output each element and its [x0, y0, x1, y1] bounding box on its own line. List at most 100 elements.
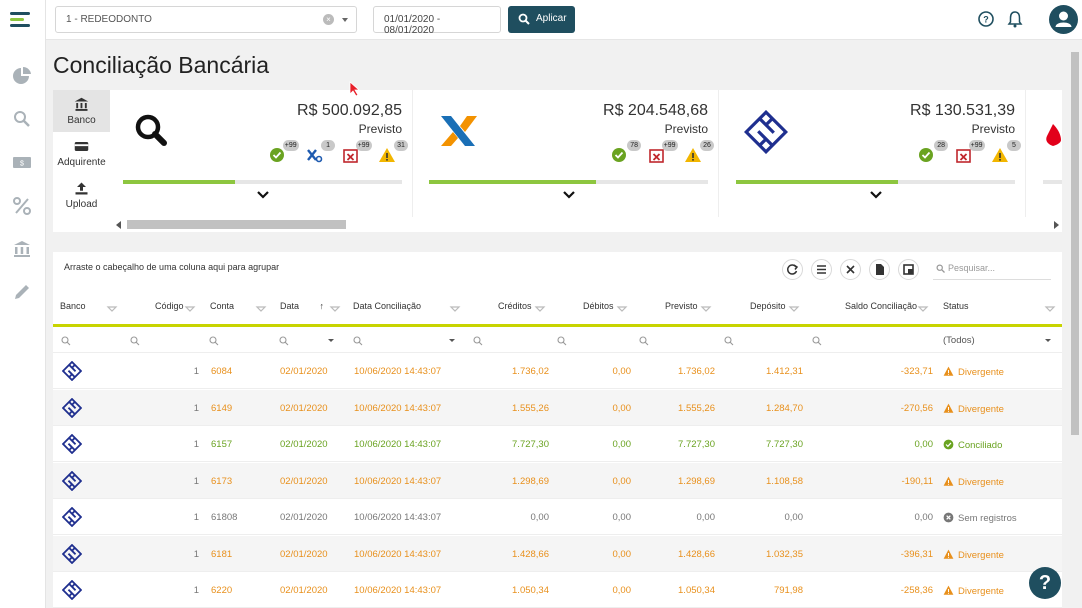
percent-icon[interactable] [12, 196, 32, 216]
bank-card-partial[interactable] [1033, 90, 1062, 217]
cell-conta: 6149 [211, 402, 233, 414]
left-rail: $ [0, 0, 46, 608]
table-row[interactable]: 1 6173 02/01/2020 10/06/2020 14:43:07 1.298,… [53, 462, 1062, 499]
cell-data-conc: 10/06/2020 14:43:07 [354, 475, 442, 487]
conciliated-badge[interactable]: 78 [611, 140, 642, 164]
refresh-button[interactable] [782, 259, 803, 280]
table-row[interactable]: 1 6181 02/01/2020 10/06/2020 14:43:07 1.428,… [53, 535, 1062, 572]
company-select[interactable]: 1 - REDEODONTO × [55, 6, 357, 33]
missing-badge[interactable]: +99 [648, 140, 678, 164]
menu-icon[interactable] [10, 12, 32, 30]
status-filter-select[interactable]: (Todos) [943, 335, 975, 346]
page-title: Conciliação Bancária [53, 52, 270, 78]
chevron-down-icon[interactable] [562, 191, 575, 199]
badge-count: +99 [968, 140, 985, 151]
x-circle-icon [943, 512, 954, 523]
check-circle-icon [612, 148, 627, 162]
cell-codigo: 1 [193, 548, 199, 560]
cell-debitos: 0,00 [612, 512, 632, 523]
badge-count: +99 [355, 140, 372, 151]
progress-bar [123, 180, 402, 184]
cell-data: 02/01/2020 [280, 402, 328, 414]
missing-badge[interactable]: +99 [342, 140, 372, 164]
cell-data: 02/01/2020 [280, 512, 328, 523]
pencil-icon[interactable] [12, 282, 32, 302]
cell-previsto: 0,00 [696, 512, 716, 523]
tab-upload[interactable]: Upload [53, 174, 110, 216]
banco-do-brasil-logo [62, 434, 82, 454]
money-icon[interactable]: $ [12, 152, 32, 172]
check-circle-icon [943, 439, 954, 450]
unlinked-badge[interactable]: 1 [305, 140, 336, 164]
cell-status: Divergente [943, 403, 1004, 415]
conciliated-badge[interactable]: 28 [918, 140, 949, 164]
cell-saldo: -270,56 [900, 402, 933, 414]
tab-adquirente[interactable]: Adquirente [53, 132, 110, 174]
cell-data-conc: 10/06/2020 14:43:07 [354, 439, 442, 450]
search-icon [135, 114, 167, 146]
mouse-cursor-icon [349, 81, 361, 97]
table-row[interactable]: 1 6149 02/01/2020 10/06/2020 14:43:07 1.555,… [53, 389, 1062, 426]
apply-button[interactable]: Aplicar [508, 6, 575, 33]
clear-filter-button[interactable] [840, 259, 861, 280]
export-pdf-button[interactable] [869, 259, 890, 280]
tab-label: Banco [67, 115, 96, 126]
cell-data: 02/01/2020 [280, 366, 328, 377]
scrollbar-thumb[interactable] [1071, 52, 1079, 435]
filter-search-icons [61, 336, 1051, 346]
bank-card[interactable]: R$ 204.548,68 Previsto 78 +99 26 [419, 90, 719, 217]
progress-bar [429, 180, 708, 184]
cell-data: 02/01/2020 [280, 585, 328, 596]
table-row[interactable]: 1 6084 02/01/2020 10/06/2020 14:43:07 1.736,… [53, 353, 1062, 389]
divergent-badge[interactable]: 31 [378, 140, 408, 164]
cell-data-conc: 10/06/2020 14:43:07 [354, 548, 442, 560]
grid-search-input[interactable]: Pesquisar... [933, 258, 1051, 280]
check-circle-icon [919, 148, 934, 162]
pie-chart-icon[interactable] [12, 66, 32, 86]
table-row[interactable]: 1 6157 02/01/2020 10/06/2020 14:43:07 7.727,… [53, 426, 1062, 462]
help-button[interactable]: ? [1029, 567, 1061, 599]
column-chooser-button[interactable] [811, 259, 832, 280]
upload-icon [75, 182, 88, 195]
chevron-left-icon[interactable] [115, 221, 122, 229]
vertical-scrollbar[interactable] [1069, 44, 1081, 608]
horizontal-scrollbar[interactable] [113, 218, 1062, 231]
chevron-right-icon[interactable] [1053, 221, 1060, 229]
scrollbar-thumb[interactable] [127, 220, 346, 229]
banco-do-brasil-logo [62, 470, 82, 491]
bank-card[interactable]: R$ 130.531,39 Previsto 28 +99 5 [726, 90, 1026, 217]
search-doc-icon[interactable] [12, 109, 32, 129]
cell-codigo: 1 [193, 439, 199, 450]
tab-banco[interactable]: Banco [53, 90, 110, 132]
cell-debitos: 0,00 [612, 548, 632, 560]
divergent-badge[interactable]: 5 [991, 140, 1021, 164]
divergent-badge[interactable]: 26 [684, 140, 714, 164]
cell-status: Divergente [943, 585, 1004, 597]
table-row[interactable]: 1 61808 02/01/2020 10/06/2020 14:43:07 0,00 0… [53, 499, 1062, 535]
table-row[interactable]: 1 6220 02/01/2020 10/06/2020 14:43:07 1.050,… [53, 572, 1062, 608]
badge-count: 28 [934, 140, 949, 151]
chevron-down-icon[interactable] [869, 191, 882, 199]
cell-deposito: 1.412,31 [766, 366, 803, 377]
cell-saldo: -190,11 [901, 475, 933, 487]
bank-icon[interactable] [12, 239, 32, 259]
status-label: Conciliado [958, 440, 1003, 451]
svg-text:$: $ [20, 161, 24, 168]
cell-conta: 61808 [211, 512, 238, 523]
help-circle-icon[interactable]: ? [977, 10, 995, 28]
clear-icon[interactable]: × [323, 14, 334, 25]
cell-deposito: 7.727,30 [766, 439, 803, 450]
badge-count: 1 [321, 140, 336, 151]
cell-data: 02/01/2020 [280, 439, 328, 450]
chevron-down-icon[interactable] [256, 191, 269, 199]
bank-card[interactable]: R$ 500.092,85 Previsto +99 1 +99 31 [113, 90, 413, 217]
export-excel-button[interactable] [898, 259, 919, 280]
chevron-down-icon[interactable] [342, 18, 348, 22]
bell-icon[interactable] [1006, 10, 1024, 28]
missing-badge[interactable]: +99 [955, 140, 985, 164]
progress-fill [429, 180, 597, 184]
date-range-input[interactable]: 01/01/2020 - 08/01/2020 [373, 6, 501, 36]
conciliated-badge[interactable]: +99 [269, 140, 299, 164]
user-avatar[interactable] [1049, 5, 1078, 34]
cell-debitos: 0,00 [612, 585, 632, 596]
